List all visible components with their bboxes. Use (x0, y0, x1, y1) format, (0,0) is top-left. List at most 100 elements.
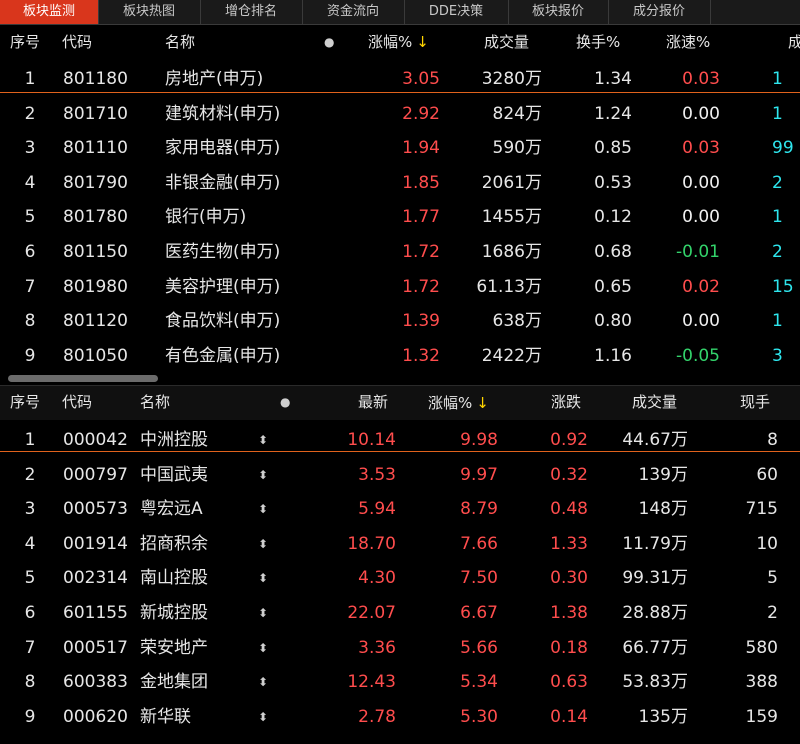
row-latest: 12.43 (347, 672, 396, 693)
row-code: 600383 (63, 672, 128, 693)
sector-row[interactable]: 4 801790 非银金融(申万) 1.85 2061万 0.53 0.00 2 (0, 166, 800, 201)
row-name: 银行(申万) (165, 207, 247, 228)
row-latest: 18.70 (347, 533, 396, 554)
sector-table-header: 序号 代码 名称 ● 涨幅% ↓ 成交量 换手% 涨速% 成 (0, 24, 800, 60)
component-row[interactable]: 5 002314 南山控股 ⬍ 4.30 7.50 0.30 99.31万 5 (0, 561, 800, 596)
row-volume: 1686万 (481, 242, 542, 262)
row-seq: 4 (24, 533, 36, 554)
updown-icon: ⬍ (258, 709, 269, 724)
row-latest: 3.36 (358, 637, 396, 658)
tab-sector-heatmap[interactable]: 板块热图 (98, 0, 201, 24)
row-change: 5.34 (460, 672, 498, 693)
row-seq: 5 (24, 207, 36, 228)
sector-row[interactable]: 6 801150 医药生物(申万) 1.72 1686万 0.68 -0.01 2 (0, 235, 800, 270)
header-change[interactable]: 涨幅% ↓ (368, 24, 429, 60)
row-name: 中洲控股 (140, 430, 208, 450)
component-row[interactable]: 4 001914 招商积余 ⬍ 18.70 7.66 1.33 11.79万 10 (0, 527, 800, 562)
row-seq: 1 (24, 430, 36, 450)
sector-row[interactable]: 2 801710 建筑材料(申万) 2.92 824万 1.24 0.00 1 (0, 97, 800, 132)
row-speed: 0.00 (682, 172, 720, 193)
updown-icon: ⬍ (258, 571, 269, 586)
header-latest[interactable]: 最新 (358, 385, 388, 421)
component-table-header: 序号 代码 名称 ● 最新 涨幅% ↓ 涨跌 成交量 现手 (0, 385, 800, 419)
component-row[interactable]: 6 601155 新城控股 ⬍ 22.07 6.67 1.38 28.88万 2 (0, 596, 800, 631)
sector-row[interactable]: 3 801110 家用电器(申万) 1.94 590万 0.85 0.03 99 (0, 131, 800, 166)
row-seq: 4 (24, 172, 36, 193)
row-extra: 1 (772, 207, 783, 228)
component-row[interactable]: 9 000620 新华联 ⬍ 2.78 5.30 0.14 135万 159 (0, 700, 800, 735)
tab-capital-flow[interactable]: 资金流向 (302, 0, 405, 24)
header-seq[interactable]: 序号 (10, 24, 40, 60)
row-volume: 824万 (492, 103, 542, 124)
row-turnover: 1.16 (594, 345, 632, 366)
header-turnover[interactable]: 换手% (576, 24, 620, 60)
row-diff: 0.32 (550, 464, 588, 485)
tab-dde-decision[interactable]: DDE决策 (404, 0, 509, 24)
row-name: 南山控股 (140, 568, 208, 589)
row-change: 2.92 (402, 103, 440, 124)
row-name: 新城控股 (140, 603, 208, 623)
row-diff: 1.38 (550, 603, 588, 623)
tab-sector-quote[interactable]: 板块报价 (508, 0, 609, 24)
tab-position-ranking[interactable]: 增仓排名 (200, 0, 303, 24)
header-change-2[interactable]: 涨幅% ↓ (428, 385, 489, 421)
row-diff: 0.48 (550, 499, 588, 520)
row-current: 60 (756, 464, 778, 485)
row-volume: 148万 (638, 499, 688, 520)
row-code: 000797 (63, 464, 128, 485)
sector-row[interactable]: 9 801050 有色金属(申万) 1.32 2422万 1.16 -0.05 3 (0, 339, 800, 372)
header-name-2[interactable]: 名称 (140, 385, 170, 421)
row-seq: 2 (24, 464, 36, 485)
header-volume-2[interactable]: 成交量 (632, 385, 677, 421)
row-diff: 0.14 (550, 706, 588, 727)
tab-component-quote[interactable]: 成分报价 (608, 0, 711, 24)
tab-sector-monitor[interactable]: 板块监测 (0, 0, 99, 24)
row-extra: 2 (772, 172, 783, 193)
header-seq-2[interactable]: 序号 (10, 385, 40, 421)
sector-row[interactable]: 8 801120 食品饮料(申万) 1.39 638万 0.80 0.00 1 (0, 304, 800, 339)
component-row[interactable]: 8 600383 金地集团 ⬍ 12.43 5.34 0.63 53.83万 388 (0, 665, 800, 700)
component-row[interactable]: 7 000517 荣安地产 ⬍ 3.36 5.66 0.18 66.77万 580 (0, 631, 800, 666)
row-turnover: 0.12 (594, 207, 632, 228)
sector-row[interactable]: 5 801780 银行(申万) 1.77 1455万 0.12 0.00 1 (0, 200, 800, 235)
row-turnover: 0.80 (594, 311, 632, 332)
tab-bar: 板块监测 板块热图 增仓排名 资金流向 DDE决策 板块报价 成分报价 (0, 0, 800, 25)
header-extra[interactable]: 成 (788, 24, 800, 60)
row-volume: 135万 (638, 706, 688, 727)
header-current[interactable]: 现手 (740, 385, 770, 421)
row-name: 招商积余 (140, 533, 208, 554)
row-code: 000042 (63, 430, 128, 450)
sort-desc-icon: ↓ (416, 33, 429, 51)
component-row[interactable]: 2 000797 中国武夷 ⬍ 3.53 9.97 0.32 139万 60 (0, 458, 800, 493)
header-code[interactable]: 代码 (62, 24, 92, 60)
header-dot-icon-2[interactable]: ● (280, 385, 290, 421)
header-volume[interactable]: 成交量 (484, 24, 529, 60)
horizontal-scrollbar[interactable] (8, 375, 158, 382)
header-diff[interactable]: 涨跌 (551, 385, 581, 421)
row-change: 1.72 (402, 276, 440, 297)
component-row[interactable]: 3 000573 粤宏远A ⬍ 5.94 8.79 0.48 148万 715 (0, 492, 800, 527)
row-volume: 61.13万 (476, 276, 542, 297)
row-name: 非银金融(申万) (165, 172, 281, 193)
row-speed: 0.00 (682, 103, 720, 124)
row-code: 801050 (63, 345, 128, 366)
header-code-2[interactable]: 代码 (62, 385, 92, 421)
component-row[interactable]: 1 000042 中洲控股 ⬍ 10.14 9.98 0.92 44.67万 8 (0, 423, 800, 458)
row-change: 1.85 (402, 172, 440, 193)
row-volume: 66.77万 (622, 637, 688, 658)
row-current: 5 (767, 568, 778, 589)
row-change: 6.67 (460, 603, 498, 623)
sector-row[interactable]: 1 801180 房地产(申万) 3.05 3280万 1.34 0.03 1 (0, 62, 800, 97)
header-dot-icon[interactable]: ● (324, 24, 334, 60)
row-volume: 3280万 (481, 69, 542, 89)
sector-row[interactable]: 7 801980 美容护理(申万) 1.72 61.13万 0.65 0.02 15 (0, 270, 800, 305)
row-turnover: 1.24 (594, 103, 632, 124)
row-current: 715 (745, 499, 778, 520)
row-speed: 0.00 (682, 311, 720, 332)
row-code: 801120 (63, 311, 128, 332)
row-change: 1.72 (402, 242, 440, 262)
row-volume: 2061万 (481, 172, 542, 193)
header-speed[interactable]: 涨速% (666, 24, 710, 60)
header-name[interactable]: 名称 (165, 24, 195, 60)
row-volume: 2422万 (481, 345, 542, 366)
